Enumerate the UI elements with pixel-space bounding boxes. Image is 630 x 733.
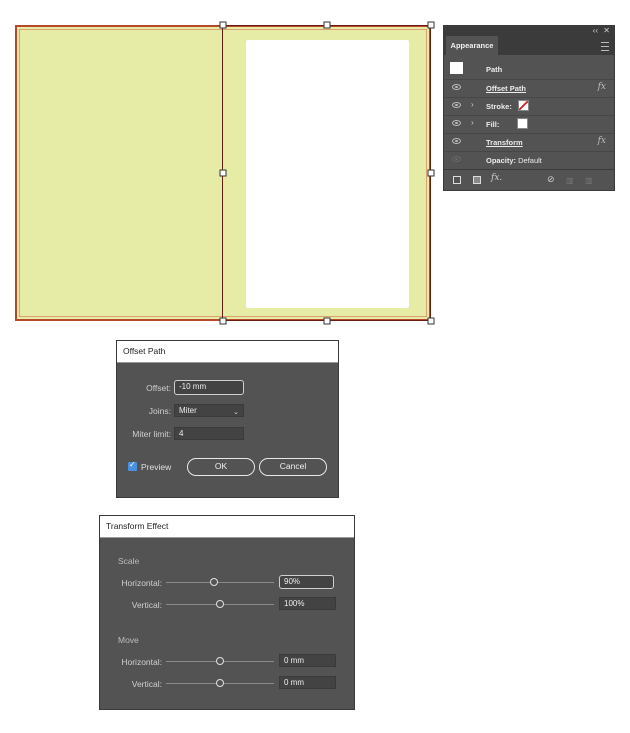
- chevron-down-icon: ⌄: [233, 409, 239, 416]
- preview-label: Preview: [141, 462, 172, 472]
- selection-handle[interactable]: [427, 169, 435, 177]
- offset-input[interactable]: -10 mm: [174, 380, 244, 395]
- move-vertical-label: Vertical:: [131, 679, 162, 689]
- fill-swatch[interactable]: [517, 118, 528, 129]
- offset-path-link[interactable]: Offset Path: [486, 84, 526, 93]
- duplicate-icon[interactable]: ▥: [566, 176, 574, 185]
- scale-horizontal-slider[interactable]: [166, 582, 274, 583]
- scale-vertical-label: Vertical:: [131, 600, 162, 610]
- cancel-button[interactable]: Cancel: [259, 458, 327, 476]
- selection-handle[interactable]: [323, 317, 331, 325]
- appearance-row-stroke[interactable]: › Stroke:: [444, 97, 614, 116]
- clear-appearance-icon[interactable]: ⊘: [547, 174, 555, 185]
- path-thumbnail: [450, 62, 463, 74]
- appearance-panel: ‹‹ ✕ Appearance Path Offset Path fx › St…: [443, 25, 615, 191]
- preview-checkbox[interactable]: [128, 460, 137, 471]
- offset-label: Offset:: [146, 383, 171, 393]
- new-fill-icon[interactable]: [473, 176, 481, 184]
- selection-handle[interactable]: [427, 317, 435, 325]
- appearance-row-fill[interactable]: › Fill:: [444, 115, 614, 134]
- stroke-swatch[interactable]: [518, 100, 529, 111]
- fill-label: Fill:: [486, 120, 500, 129]
- dialog-title: Offset Path: [117, 341, 338, 363]
- transform-effect-dialog: Transform Effect Scale Horizontal: 90% V…: [99, 515, 355, 710]
- eye-icon[interactable]: [452, 138, 461, 144]
- scale-vertical-input[interactable]: 100%: [279, 597, 336, 610]
- scale-horizontal-input[interactable]: 90%: [279, 575, 334, 589]
- move-vertical-input[interactable]: 0 mm: [279, 676, 336, 689]
- double-chevron-icon[interactable]: ‹‹: [593, 26, 598, 36]
- path-label: Path: [486, 65, 503, 74]
- selection-handle[interactable]: [323, 21, 331, 29]
- new-stroke-icon[interactable]: [453, 176, 461, 184]
- scale-vertical-knob[interactable]: [216, 600, 224, 608]
- tab-appearance[interactable]: Appearance: [446, 36, 498, 55]
- move-horizontal-label: Horizontal:: [121, 657, 162, 667]
- offset-path-dialog: Offset Path Offset: -10 mm Joins: Miter …: [116, 340, 339, 498]
- move-horizontal-knob[interactable]: [216, 657, 224, 665]
- panel-top-strip: ‹‹ ✕: [444, 26, 614, 36]
- appearance-row-opacity[interactable]: Opacity: Default: [444, 151, 614, 170]
- scale-horizontal-knob[interactable]: [210, 578, 218, 586]
- move-horizontal-input[interactable]: 0 mm: [279, 654, 336, 667]
- miter-limit-label: Miter limit:: [132, 429, 171, 439]
- stroke-label: Stroke:: [486, 102, 512, 111]
- appearance-row-transform[interactable]: Transform fx: [444, 133, 614, 152]
- opacity-label: Opacity: Default: [486, 156, 542, 165]
- panel-bottom-toolbar: fx. ⊘ ▥ ▥: [444, 172, 614, 190]
- move-section-label: Move: [118, 635, 139, 645]
- move-vertical-knob[interactable]: [216, 679, 224, 687]
- fx-icon[interactable]: fx: [598, 136, 606, 146]
- joins-value: Miter: [179, 406, 197, 415]
- close-icon[interactable]: ✕: [603, 26, 610, 36]
- selection-handle[interactable]: [219, 317, 227, 325]
- ok-button[interactable]: OK: [187, 458, 255, 476]
- fx-icon[interactable]: fx: [598, 82, 606, 92]
- appearance-row-offset-path[interactable]: Offset Path fx: [444, 79, 614, 98]
- eye-icon[interactable]: [452, 102, 461, 108]
- dialog-title: Transform Effect: [100, 516, 354, 538]
- trash-icon[interactable]: ▥: [585, 176, 593, 185]
- fx-menu-icon[interactable]: fx.: [491, 173, 502, 183]
- selection-handle[interactable]: [219, 169, 227, 177]
- path-row[interactable]: Path: [444, 58, 614, 80]
- joins-select[interactable]: Miter ⌄: [174, 404, 244, 417]
- miter-limit-input[interactable]: 4: [174, 427, 244, 440]
- chevron-right-icon[interactable]: ›: [471, 118, 474, 127]
- scale-horizontal-label: Horizontal:: [121, 578, 162, 588]
- scale-section-label: Scale: [118, 556, 140, 566]
- eye-icon[interactable]: [452, 84, 461, 90]
- panel-menu-icon[interactable]: [601, 42, 609, 51]
- joins-label: Joins:: [148, 406, 171, 416]
- eye-icon[interactable]: [452, 156, 461, 162]
- selection-handle[interactable]: [427, 21, 435, 29]
- selection-handle[interactable]: [219, 21, 227, 29]
- transform-link[interactable]: Transform: [486, 138, 523, 147]
- chevron-right-icon[interactable]: ›: [471, 100, 474, 109]
- selection-bounding-box[interactable]: [222, 25, 431, 321]
- eye-icon[interactable]: [452, 120, 461, 126]
